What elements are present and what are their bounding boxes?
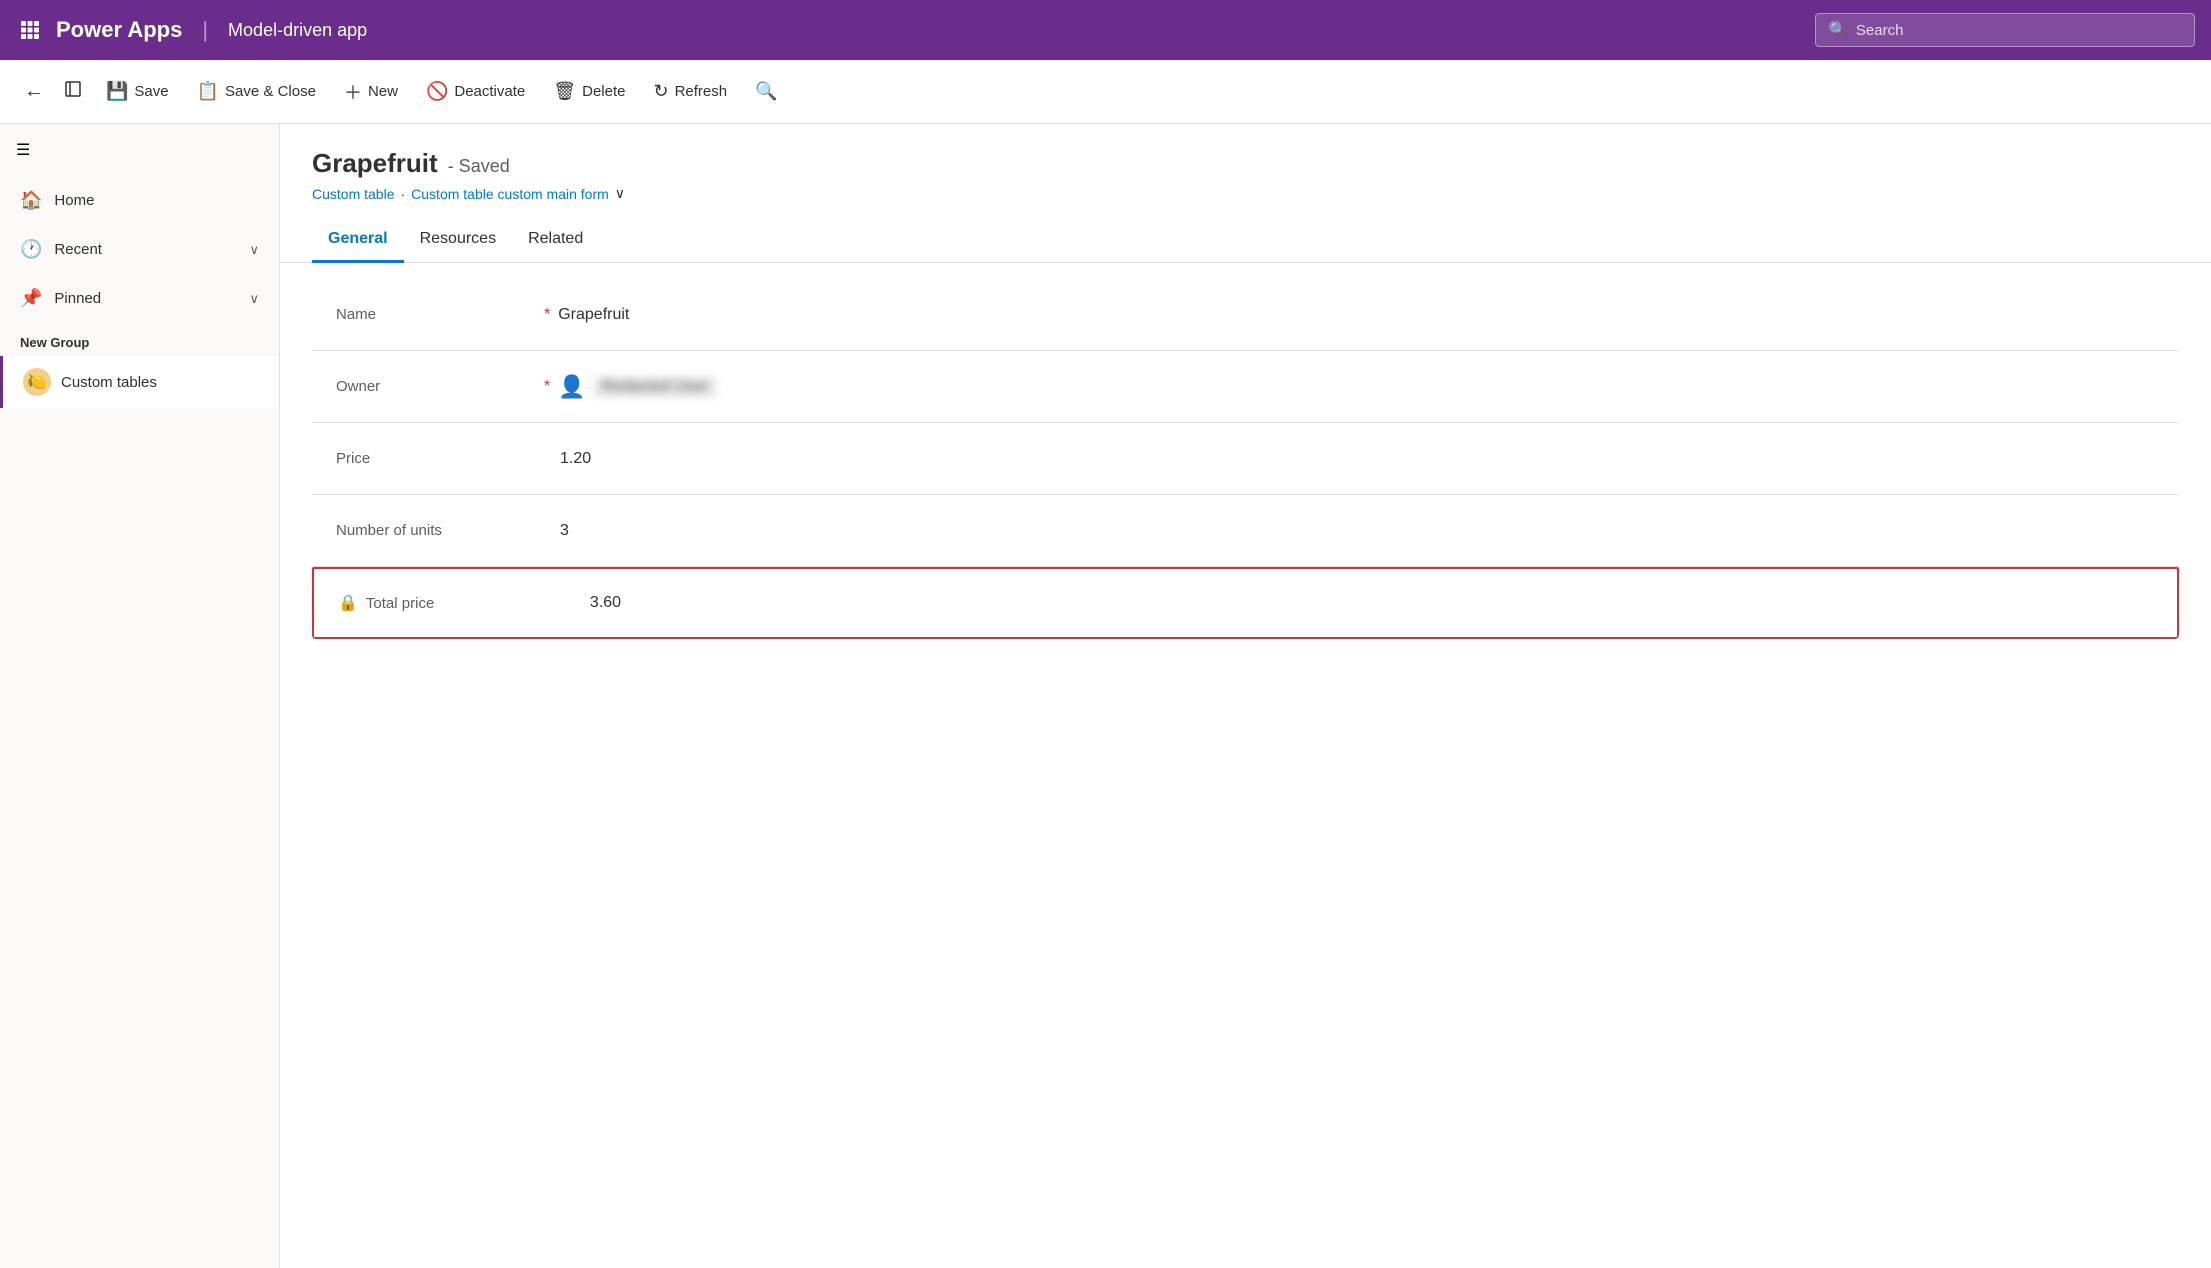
tabs: General Resources Related [280, 218, 2211, 263]
header-search[interactable]: 🔍 [1815, 13, 2195, 47]
breadcrumb-separator: · [400, 186, 405, 202]
breadcrumb-form-link[interactable]: Custom table custom main form [411, 186, 609, 202]
delete-icon: 🗑 [553, 81, 576, 102]
toolbar-search-button[interactable]: 🔍 [743, 73, 789, 110]
sidebar: ☰ 🏠 Home 🕐 Recent ∨ 📌 Pinned ∨ New Group… [0, 124, 280, 1268]
toolbar: ← 💾 Save 📋 Save & Close ＋ New 🚫 Deactiva… [0, 60, 2211, 124]
field-name-value[interactable]: Grapefruit [558, 306, 629, 324]
save-close-icon: 📋 [197, 81, 219, 102]
field-owner-row: Owner * 👤 Redacted User [312, 351, 2179, 423]
sidebar-group-label: New Group [0, 323, 279, 356]
deactivate-button[interactable]: 🚫 Deactivate [414, 73, 537, 110]
tab-general[interactable]: General [312, 218, 404, 263]
search-input[interactable] [1856, 22, 2182, 39]
field-owner-label: Owner [336, 378, 536, 395]
field-owner-required: * [544, 378, 550, 396]
record-title: Grapefruit [312, 148, 438, 179]
field-name-label: Name [336, 306, 536, 323]
header-divider: | [202, 17, 208, 43]
field-price-row: Price 1.20 [312, 423, 2179, 495]
new-icon: ＋ [344, 79, 362, 105]
recent-icon: 🕐 [20, 239, 42, 260]
field-total-price-row: 🔒 Total price 3.60 [312, 567, 2179, 639]
deactivate-icon: 🚫 [426, 81, 448, 102]
sidebar-item-label: Custom tables [61, 374, 157, 391]
sidebar-item-home[interactable]: 🏠 Home [0, 176, 279, 225]
field-price-value[interactable]: 1.20 [560, 450, 591, 468]
search-icon: 🔍 [1828, 20, 1848, 40]
field-total-price-value[interactable]: 3.60 [590, 594, 621, 612]
tab-related[interactable]: Related [512, 218, 599, 263]
content-area: Grapefruit - Saved Custom table · Custom… [280, 124, 2211, 1268]
record-title-row: Grapefruit - Saved [312, 148, 2179, 179]
save-button[interactable]: 💾 Save [94, 73, 181, 110]
field-price-label: Price [336, 450, 536, 467]
refresh-icon: ↻ [653, 81, 668, 102]
field-name-row: Name * Grapefruit [312, 279, 2179, 351]
owner-person-icon: 👤 [558, 374, 585, 400]
refresh-button[interactable]: ↻ Refresh [641, 73, 739, 110]
top-header: Power Apps | Model-driven app 🔍 [0, 0, 2211, 60]
app-subtitle: Model-driven app [228, 20, 367, 41]
sidebar-item-custom-tables[interactable]: 🍋 Custom tables [0, 356, 279, 408]
home-icon: 🏠 [20, 190, 42, 211]
breadcrumb-dropdown-icon[interactable]: ∨ [615, 185, 625, 202]
back-button[interactable]: ← [16, 72, 52, 111]
breadcrumb: Custom table · Custom table custom main … [312, 185, 2179, 202]
record-status: - Saved [448, 156, 510, 177]
toolbar-search-icon: 🔍 [755, 81, 777, 102]
tab-resources[interactable]: Resources [404, 218, 512, 263]
recent-chevron-icon: ∨ [249, 242, 259, 258]
custom-tables-icon: 🍋 [23, 368, 51, 396]
record-header: Grapefruit - Saved Custom table · Custom… [280, 124, 2211, 202]
field-total-price-label: Total price [366, 595, 566, 612]
sidebar-menu-icon[interactable]: ☰ [0, 124, 279, 176]
sidebar-item-recent[interactable]: 🕐 Recent ∨ [0, 225, 279, 274]
pinned-chevron-icon: ∨ [249, 291, 259, 307]
field-name-required: * [544, 306, 550, 324]
field-units-label: Number of units [336, 522, 536, 539]
sidebar-item-pinned[interactable]: 📌 Pinned ∨ [0, 274, 279, 323]
lock-icon: 🔒 [338, 593, 358, 613]
form-section: Name * Grapefruit Owner * 👤 Redacted Use… [312, 279, 2179, 639]
save-close-button[interactable]: 📋 Save & Close [185, 73, 328, 110]
expand-button[interactable] [56, 72, 90, 112]
main-layout: ☰ 🏠 Home 🕐 Recent ∨ 📌 Pinned ∨ New Group… [0, 124, 2211, 1268]
field-units-row: Number of units 3 [312, 495, 2179, 567]
new-button[interactable]: ＋ New [332, 71, 410, 113]
pinned-icon: 📌 [20, 288, 42, 309]
delete-button[interactable]: 🗑 Delete [541, 73, 637, 110]
app-grid-icon[interactable] [16, 21, 44, 39]
field-units-value[interactable]: 3 [560, 522, 569, 540]
save-icon: 💾 [106, 81, 128, 102]
field-owner-value[interactable]: Redacted User [594, 376, 717, 398]
breadcrumb-table-link[interactable]: Custom table [312, 186, 394, 202]
app-title: Power Apps [56, 17, 182, 43]
